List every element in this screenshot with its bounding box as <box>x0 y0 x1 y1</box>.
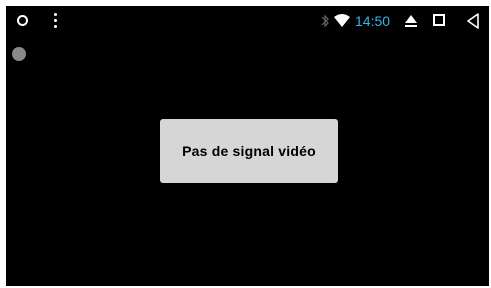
no-signal-dialog: Pas de signal vidéo <box>160 119 338 183</box>
recents-icon[interactable] <box>433 14 445 26</box>
clock: 14:50 <box>355 13 391 29</box>
status-bar: 14:50 <box>6 6 489 36</box>
home-icon[interactable] <box>17 15 28 26</box>
video-screen: 14:50 Pas de signal vidéo <box>6 6 489 286</box>
menu-dots-icon[interactable] <box>54 13 58 29</box>
back-icon[interactable] <box>466 13 480 29</box>
eject-icon[interactable] <box>404 14 418 28</box>
no-signal-message: Pas de signal vidéo <box>182 143 316 159</box>
wifi-icon <box>334 14 350 28</box>
bluetooth-icon <box>320 14 330 28</box>
floating-assistive-button[interactable] <box>12 47 26 61</box>
